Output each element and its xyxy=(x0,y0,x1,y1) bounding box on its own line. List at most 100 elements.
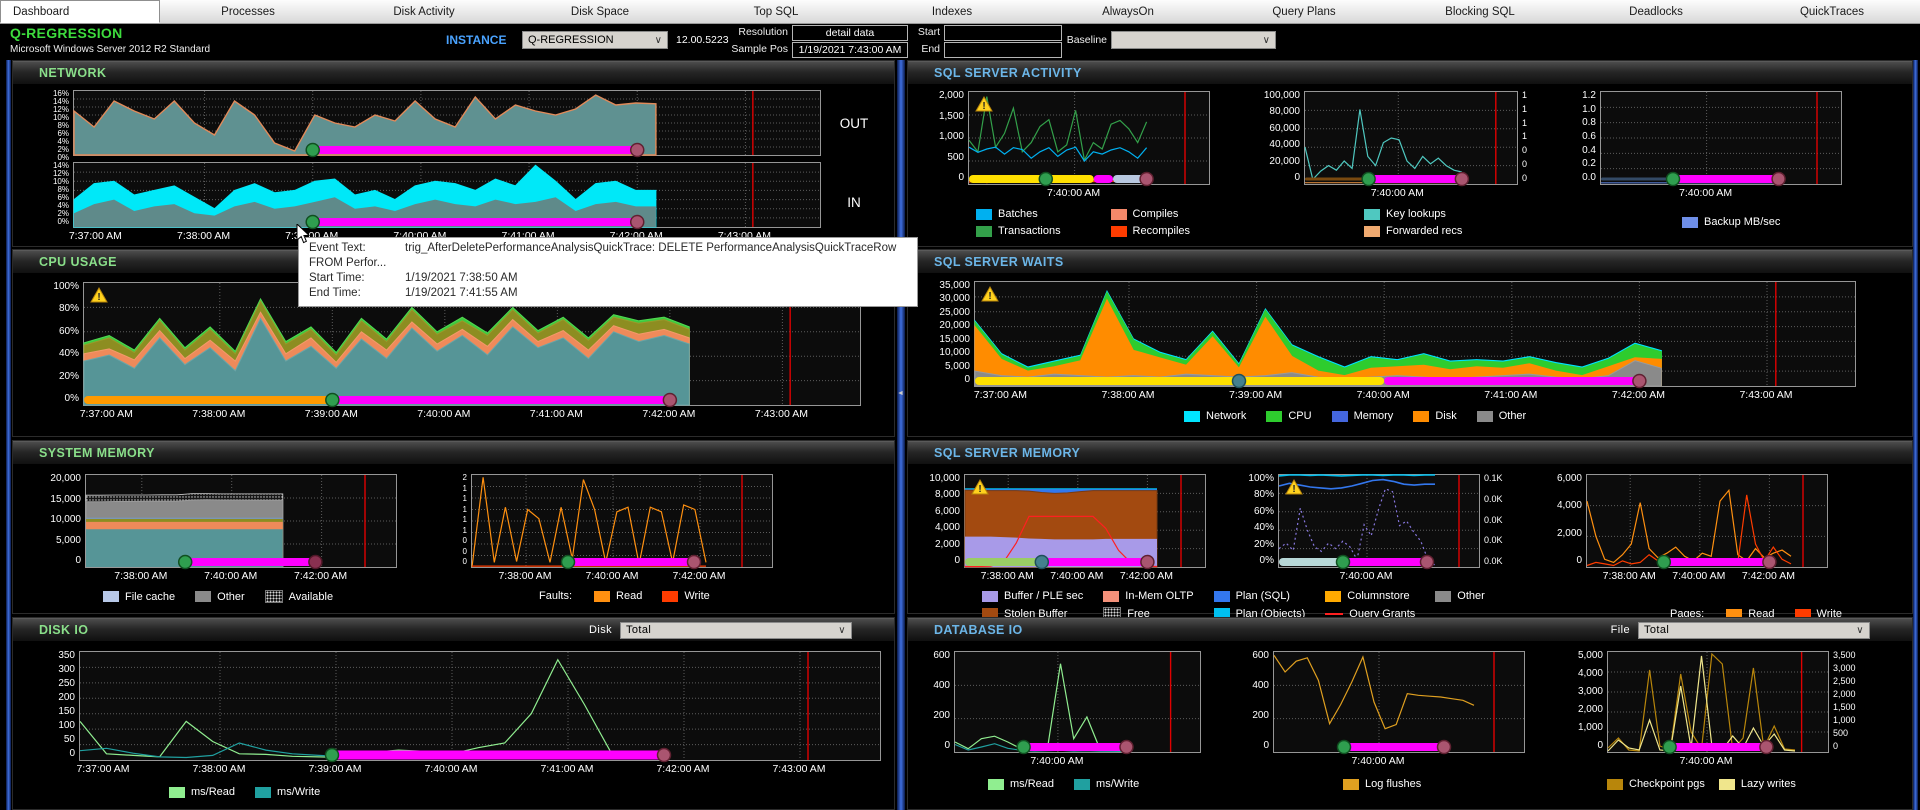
panel-database-io: DATABASE IO File Total ∨ 600 400 200 0 7:40:… xyxy=(907,617,1913,810)
event-tooltip: Event Text: trig_AfterDeletePerformanceA… xyxy=(298,237,918,307)
panel-sql-activity: SQL SERVER ACTIVITY 2,000 1,500 1,000 500 0!… xyxy=(907,60,1913,247)
tab-indexes[interactable]: Indexes xyxy=(864,0,1040,23)
tooltip-end-label: End Time: xyxy=(309,287,361,299)
file-selector[interactable]: Total ∨ xyxy=(1638,621,1870,639)
legend-item: Batches xyxy=(976,208,1081,220)
batches-legend: Batches Compiles Transactions Recompiles xyxy=(976,208,1210,237)
legend-prefix: Faults: xyxy=(539,590,573,602)
cache-hit-ratio-chart[interactable]: 100% 80% 60% 40% 20% 0%! 0.1K 0.0K 0.0K 0.0K 0.0K 7… xyxy=(1244,474,1508,583)
tab-processes[interactable]: Processes xyxy=(160,0,336,23)
legend-swatch-icon xyxy=(1074,778,1091,790)
legend-swatch-icon xyxy=(976,208,992,220)
left-splitter[interactable] xyxy=(6,60,11,810)
right-splitter[interactable] xyxy=(1913,60,1918,810)
tab-disk-activity[interactable]: Disk Activity xyxy=(336,0,512,23)
legend-swatch-icon xyxy=(1325,612,1344,615)
network-panel-title: NETWORK xyxy=(39,66,107,80)
legend-swatch-icon xyxy=(662,590,679,602)
backup-chart[interactable]: 1.2 1.0 0.8 0.6 0.4 0.2 0.0 7:40:00 AM xyxy=(1574,91,1842,200)
legend-item: Buffer / PLE sec xyxy=(982,590,1083,602)
end-field[interactable] xyxy=(944,42,1062,58)
start-label: Start xyxy=(917,26,940,38)
log-flushes-chart[interactable]: 600 400 200 0 7:40:00 AM xyxy=(1243,651,1525,768)
legend-item: Network xyxy=(1184,410,1246,422)
sample-pos-value: 1/19/2021 7:43:00 AM xyxy=(792,42,908,58)
legend-swatch-icon xyxy=(1682,216,1698,228)
tab-bar: Dashboard Processes Disk Activity Disk Spac… xyxy=(0,0,1920,24)
panel-sql-waits: SQL SERVER WAITS 35,000 30,000 25,000 20,00… xyxy=(907,249,1913,437)
system-memory-chart[interactable]: 20,000 15,000 10,000 5,000 0 7:38:00 AM 7:40:0… xyxy=(33,474,397,583)
svg-text:!: ! xyxy=(982,101,985,112)
disk-io-legend: ms/Read ms/Write xyxy=(169,786,894,798)
batches-transactions-chart[interactable]: 2,000 1,500 1,000 500 0! 7:40:00 AM xyxy=(928,91,1210,200)
tab-dashboard[interactable]: Dashboard xyxy=(0,0,160,23)
legend-item: Other xyxy=(1435,590,1485,602)
db-latency-legend: ms/Read ms/Write xyxy=(988,778,1201,790)
key-lookups-legend: Key lookups Forwarded recs xyxy=(1364,208,1532,237)
memory-faults-chart[interactable]: 2 1 1 1 1 1 0 0 0 7:38:00 AM 7:40:00 AM 7:42:00 AM xyxy=(449,474,773,583)
system-memory-legend: File cache Other Available xyxy=(103,590,397,603)
network-out-chart[interactable]: 16% 14% 12% 10% 8% 6% 4% 2% 0% xyxy=(39,90,821,162)
file-selector-label: File xyxy=(1610,624,1630,636)
instance-dropdown[interactable]: Q-REGRESSION ∨ xyxy=(522,31,668,49)
backup-legend: Backup MB/sec xyxy=(1682,216,1842,228)
legend-swatch-icon xyxy=(1607,778,1623,790)
tab-quicktraces[interactable]: QuickTraces xyxy=(1744,0,1920,23)
db-latency-chart[interactable]: 600 400 200 0 7:40:00 AM xyxy=(924,651,1201,768)
tab-top-sql[interactable]: Top SQL xyxy=(688,0,864,23)
tab-alwayson[interactable]: AlwaysOn xyxy=(1040,0,1216,23)
key-lookups-chart[interactable]: 100,000 80,000 60,000 40,000 20,000 0 1 1 1 1 0 0 0 7… xyxy=(1252,91,1532,200)
tooltip-event-value-2: FROM Perfor... xyxy=(309,257,387,269)
legend-item: CPU xyxy=(1266,410,1312,422)
start-field[interactable] xyxy=(944,25,1062,41)
dashboard-app: Dashboard Processes Disk Activity Disk Spac… xyxy=(0,0,1920,810)
tab-blocking-sql[interactable]: Blocking SQL xyxy=(1392,0,1568,23)
legend-item: Backup MB/sec xyxy=(1682,216,1780,228)
chevron-down-icon: ∨ xyxy=(654,34,662,46)
splitter-collapse-icon[interactable]: ◄ xyxy=(897,390,904,397)
log-flushes-legend: Log flushes xyxy=(1343,778,1525,790)
legend-swatch-icon xyxy=(1718,778,1735,790)
sql-waits-chart[interactable]: 35,000 30,000 25,000 20,000 15,000 10,000 5,00… xyxy=(924,281,1912,402)
instance-value: Q-REGRESSION xyxy=(528,34,614,46)
network-in-chart[interactable]: 14% 12% 10% 8% 6% 4% 2% 0% 7:37:00 AM 7:38:00 AM 7… xyxy=(39,162,821,243)
legend-item: Key lookups xyxy=(1364,208,1532,220)
header-bar: Q-REGRESSION Microsoft Windows Server 20… xyxy=(0,24,1920,60)
legend-swatch-icon xyxy=(1325,590,1342,602)
legend-swatch-icon xyxy=(1413,410,1430,422)
legend-item: Checkpoint pgs xyxy=(1607,778,1705,790)
sql-waits-panel-title: SQL SERVER WAITS xyxy=(934,255,1064,269)
legend-swatch-icon xyxy=(1213,590,1230,602)
legend-swatch-icon xyxy=(982,590,998,602)
tooltip-end-value: 1/19/2021 7:41:55 AM xyxy=(405,287,518,299)
legend-swatch-icon xyxy=(1184,410,1200,422)
legend-swatch-icon xyxy=(195,591,212,602)
tab-deadlocks[interactable]: Deadlocks xyxy=(1568,0,1744,23)
svg-text:!: ! xyxy=(97,292,100,303)
disk-selector[interactable]: Total ∨ xyxy=(620,621,852,639)
chevron-down-icon: ∨ xyxy=(1856,624,1864,636)
disk-io-panel-title: DISK IO xyxy=(39,623,89,637)
legend-item: ms/Write xyxy=(1074,778,1139,790)
checkpoint-lazywrites-chart[interactable]: 5,000 4,000 3,000 2,000 1,000 0 3,500 3,000 2,50… xyxy=(1567,651,1867,768)
memory-pages-chart[interactable]: 6,000 4,000 2,000 0 7:38:00 AM 7:40:00 AM 7:42… xyxy=(1546,474,1828,583)
system-memory-panel-title: SYSTEM MEMORY xyxy=(39,446,155,460)
legend-swatch-icon xyxy=(255,786,272,798)
tab-disk-space[interactable]: Disk Space xyxy=(512,0,688,23)
sql-memory-panel-title: SQL SERVER MEMORY xyxy=(934,446,1081,460)
tooltip-start-value: 1/19/2021 7:38:50 AM xyxy=(405,272,518,284)
center-splitter[interactable] xyxy=(897,60,905,810)
sql-memory-usage-chart[interactable]: 10,000 8,000 6,000 4,000 2,000 0! 7:38:00 AM 7:… xyxy=(920,474,1206,583)
baseline-dropdown[interactable]: ∨ xyxy=(1111,31,1276,49)
disk-io-chart[interactable]: 350 300 250 200 150 100 50 0 7:37:00 AM 7:38:00 A… xyxy=(39,651,894,776)
panel-system-memory: SYSTEM MEMORY 20,000 15,000 10,000 5,000 0 7:… xyxy=(12,440,895,614)
legend-item: ms/Read xyxy=(169,786,235,798)
legend-swatch-icon xyxy=(1331,410,1348,422)
server-name: Q-REGRESSION xyxy=(10,25,123,41)
chevron-down-icon: ∨ xyxy=(1262,34,1270,46)
legend-item: Plan (SQL) xyxy=(1213,590,1306,602)
legend-item: Disk xyxy=(1413,410,1457,422)
panel-network: NETWORK 16% 14% 12% 10% 8% 6% 4% 2% 0% OUT 14% 12… xyxy=(12,60,895,247)
resolution-label: Resolution xyxy=(738,26,788,38)
tab-query-plans[interactable]: Query Plans xyxy=(1216,0,1392,23)
